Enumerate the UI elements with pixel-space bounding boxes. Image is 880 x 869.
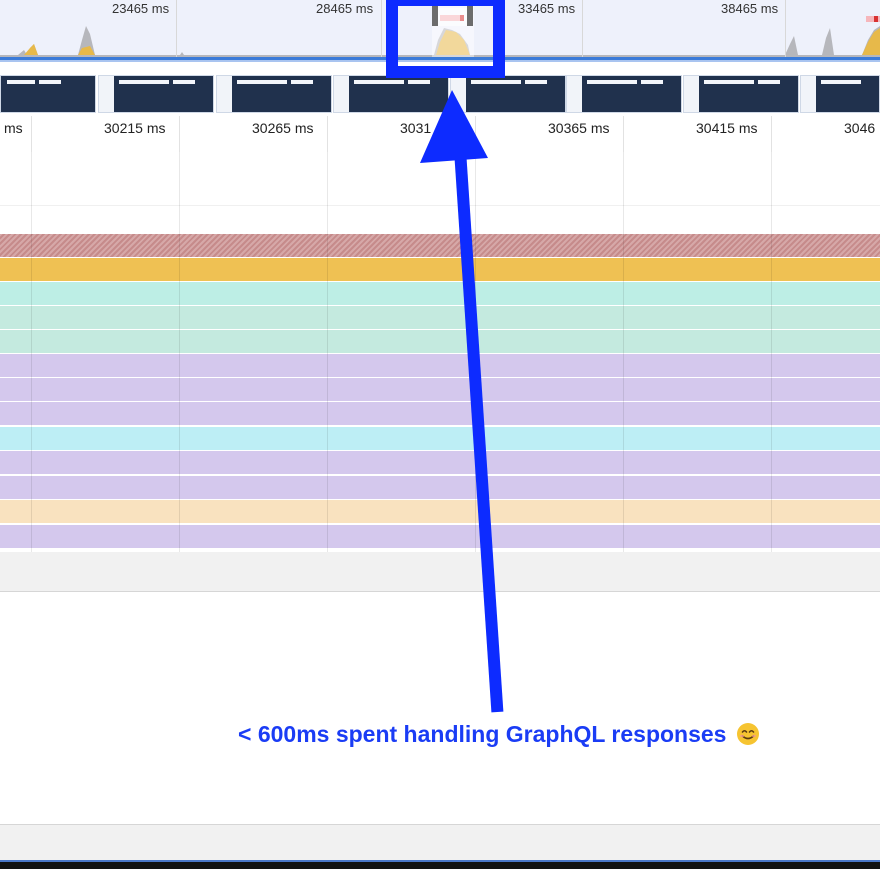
main-thread-flame-chart[interactable]	[0, 152, 880, 552]
track-empty	[0, 207, 880, 233]
time-ruler: ms 30215 ms 30265 ms 3031 30365 ms 30415…	[0, 116, 880, 153]
screenshot-thumbnail[interactable]	[566, 75, 682, 113]
status-bar	[0, 860, 880, 869]
track-empty	[0, 152, 880, 206]
flame-event-function-call[interactable]	[0, 282, 880, 306]
bottom-toolbar	[0, 824, 880, 861]
annotation-caption: < 600ms spent handling GraphQL responses	[238, 721, 759, 748]
smiling-face-icon	[736, 723, 759, 745]
overview-time-label: 23465 ms	[112, 1, 170, 16]
annotation-caption-text: < 600ms spent handling GraphQL responses	[238, 721, 727, 747]
ruler-tick-label: 30365 ms	[548, 120, 610, 136]
flame-event-function-call[interactable]	[0, 354, 880, 378]
ruler-tick-label: 30415 ms	[696, 120, 758, 136]
annotation-highlight-box	[386, 0, 505, 78]
screenshot-thumbnail[interactable]	[450, 75, 566, 113]
flame-event-long-task[interactable]	[0, 234, 880, 258]
ruler-tick-label: 3031	[400, 120, 432, 136]
flame-event-function-call[interactable]	[0, 402, 880, 426]
screenshot-thumbnail[interactable]	[216, 75, 332, 113]
ruler-tick-label: 3046	[844, 120, 876, 136]
screenshot-thumbnail[interactable]	[333, 75, 449, 113]
flame-event-function-call[interactable]	[0, 500, 880, 524]
screenshot-thumbnail[interactable]	[98, 75, 214, 113]
flame-event-function-call[interactable]	[0, 525, 880, 549]
performance-panel: 23465 ms 28465 ms 33465 ms 38465 ms ms 3…	[0, 0, 880, 869]
overview-time-label: 38465 ms	[721, 1, 779, 16]
ruler-tick-label: ms	[4, 120, 23, 136]
flame-event-function-call[interactable]	[0, 378, 880, 402]
screenshot-thumbnail[interactable]	[800, 75, 880, 113]
ruler-tick-label: 30215 ms	[104, 120, 166, 136]
flame-event-function-call[interactable]	[0, 476, 880, 500]
screenshot-thumbnail[interactable]	[0, 75, 96, 113]
track-separator	[0, 552, 880, 592]
ruler-tick-label: 30265 ms	[252, 120, 314, 136]
overview-time-label: 28465 ms	[316, 1, 374, 16]
flame-event-function-call[interactable]	[0, 306, 880, 330]
flame-event-function-call[interactable]	[0, 451, 880, 475]
flame-event-task[interactable]	[0, 258, 880, 282]
flame-event-function-call[interactable]	[0, 427, 880, 451]
flame-event-function-call[interactable]	[0, 330, 880, 354]
screenshot-thumbnail[interactable]	[683, 75, 799, 113]
overview-time-label: 33465 ms	[518, 1, 576, 16]
details-pane	[0, 592, 880, 824]
